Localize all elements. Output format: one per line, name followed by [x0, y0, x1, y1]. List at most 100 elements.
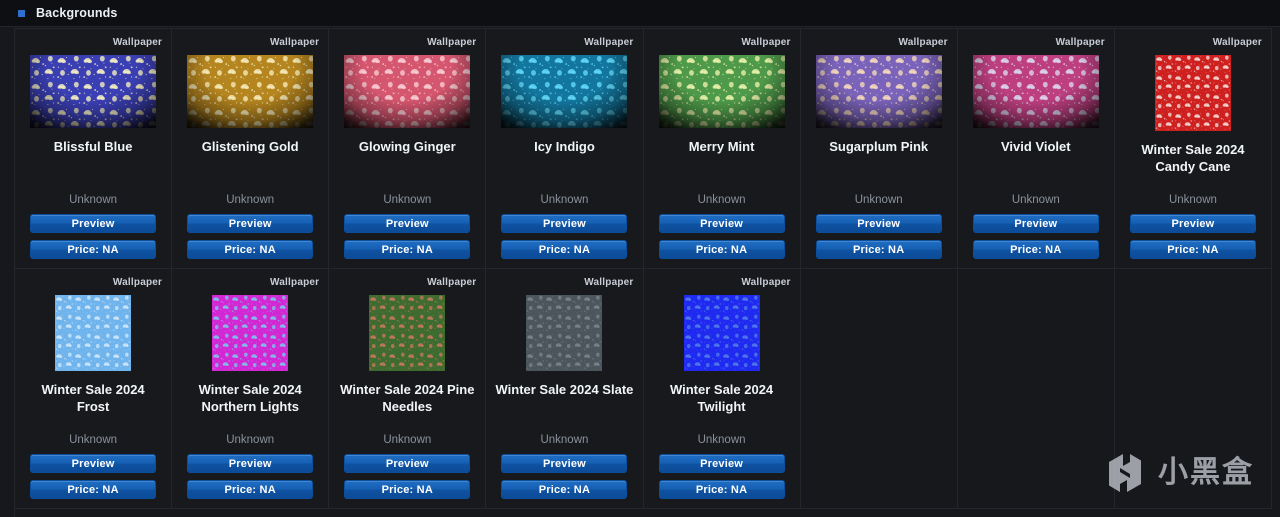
background-card[interactable]: Wallpaper Winter Sale 2024 Slate Unknown Pr… [486, 269, 644, 509]
card-thumbnail[interactable] [658, 55, 785, 128]
card-kind-label: Wallpaper [741, 37, 791, 48]
thumbnail-pattern [212, 295, 289, 371]
card-kind-label: Wallpaper [1055, 37, 1105, 48]
preview-button[interactable]: Preview [30, 214, 157, 233]
thumbnail-pattern [55, 295, 132, 371]
price-button[interactable]: Price: NA [658, 240, 785, 259]
card-owner: Unknown [854, 194, 903, 206]
thumbnail-pattern [526, 295, 603, 371]
card-kind-label: Wallpaper [898, 37, 948, 48]
preview-button[interactable]: Preview [658, 214, 785, 233]
background-card[interactable]: Wallpaper Icy Indigo Unknown Preview Price: … [486, 29, 644, 269]
card-owner: Unknown [226, 194, 275, 206]
price-button[interactable]: Price: NA [501, 240, 628, 259]
preview-button[interactable]: Preview [815, 214, 942, 233]
card-thumbnail[interactable] [212, 295, 289, 371]
card-kind-label: Wallpaper [427, 277, 477, 288]
card-title: Vivid Violet [1001, 139, 1071, 154]
card-thumbnail[interactable] [683, 295, 760, 371]
card-kind-label: Wallpaper [1212, 37, 1262, 48]
card-title: Winter Sale 2024 Slate [495, 382, 634, 397]
thumbnail-vignette [187, 55, 314, 128]
price-button[interactable]: Price: NA [1129, 240, 1256, 259]
preview-button[interactable]: Preview [187, 214, 314, 233]
background-card[interactable]: Wallpaper Glowing Ginger Unknown Preview Pri… [329, 29, 487, 269]
card-thumbnail[interactable] [30, 55, 157, 128]
thumbnail-vignette [658, 55, 785, 128]
background-card[interactable]: Wallpaper Vivid Violet Unknown Preview Price… [957, 29, 1115, 269]
card-title: Winter Sale 2024 Frost [41, 382, 145, 414]
thumbnail-pattern [369, 295, 446, 371]
thumbnail-pattern [1154, 55, 1231, 131]
preview-button[interactable]: Preview [344, 214, 471, 233]
card-title: Winter Sale 2024 Candy Cane [1141, 142, 1245, 174]
card-thumbnail[interactable] [972, 55, 1099, 128]
price-button[interactable]: Price: NA [187, 240, 314, 259]
card-owner: Unknown [1011, 194, 1060, 206]
background-card[interactable]: Wallpaper Winter Sale 2024 Pine Needles Un… [329, 269, 487, 509]
price-button[interactable]: Price: NA [344, 240, 471, 259]
card-title: Winter Sale 2024 Northern Lights [198, 382, 302, 414]
card-kind-label: Wallpaper [270, 277, 320, 288]
preview-button[interactable]: Preview [501, 454, 628, 473]
preview-button[interactable]: Preview [658, 454, 785, 473]
thumbnail-vignette [972, 55, 1099, 128]
preview-button[interactable]: Preview [30, 454, 157, 473]
preview-button[interactable]: Preview [344, 454, 471, 473]
background-card[interactable]: Wallpaper Winter Sale 2024 Frost Unknown Pr… [15, 269, 173, 509]
thumbnail-pattern [683, 295, 760, 371]
card-owner: Unknown [697, 194, 746, 206]
card-thumbnail[interactable] [1154, 55, 1231, 131]
price-button[interactable]: Price: NA [30, 240, 157, 259]
card-owner: Unknown [1168, 194, 1217, 206]
card-owner: Unknown [226, 434, 275, 446]
card-owner: Unknown [540, 194, 589, 206]
card-title: Sugarplum Pink [829, 139, 929, 154]
card-thumbnail[interactable] [55, 295, 132, 371]
card-kind-label: Wallpaper [741, 277, 791, 288]
thumbnail-vignette [501, 55, 628, 128]
background-card[interactable]: Wallpaper Glistening Gold Unknown Preview Pr… [172, 29, 330, 269]
grid-cell-empty [800, 269, 958, 509]
price-button[interactable]: Price: NA [815, 240, 942, 259]
price-button[interactable]: Price: NA [187, 480, 314, 499]
card-title: Glistening Gold [201, 139, 299, 154]
section-header: Backgrounds [0, 0, 1280, 27]
thumbnail-vignette [815, 55, 942, 128]
background-card[interactable]: Wallpaper Winter Sale 2024 Twilight Unknow… [643, 269, 801, 509]
background-card[interactable]: Wallpaper Winter Sale 2024 Northern Light… [172, 269, 330, 509]
card-thumbnail[interactable] [369, 295, 446, 371]
card-title: Winter Sale 2024 Twilight [669, 382, 774, 414]
card-owner: Unknown [69, 434, 118, 446]
price-button[interactable]: Price: NA [344, 480, 471, 499]
price-button[interactable]: Price: NA [658, 480, 785, 499]
price-button[interactable]: Price: NA [501, 480, 628, 499]
card-kind-label: Wallpaper [584, 277, 634, 288]
card-thumbnail[interactable] [344, 55, 471, 128]
price-button[interactable]: Price: NA [30, 480, 157, 499]
card-kind-label: Wallpaper [112, 37, 163, 48]
grid-cell-empty [957, 269, 1115, 509]
card-title: Merry Mint [688, 139, 755, 154]
card-thumbnail[interactable] [501, 55, 628, 128]
card-kind-label: Wallpaper [427, 37, 477, 48]
backgrounds-grid: Wallpaper Blissful Blue Unknown Preview Pric… [14, 28, 1272, 517]
background-card[interactable]: Wallpaper Sugarplum Pink Unknown Preview Pri… [800, 29, 958, 269]
background-card[interactable]: Wallpaper Winter Sale 2024 Candy Cane Unkn… [1114, 29, 1272, 269]
preview-button[interactable]: Preview [187, 454, 314, 473]
card-thumbnail[interactable] [526, 295, 603, 371]
thumbnail-vignette [344, 55, 471, 128]
preview-button[interactable]: Preview [1129, 214, 1256, 233]
page-title: Backgrounds [36, 6, 118, 20]
background-card[interactable]: Wallpaper Blissful Blue Unknown Preview Pric… [15, 29, 173, 269]
price-button[interactable]: Price: NA [972, 240, 1099, 259]
card-owner: Unknown [697, 434, 746, 446]
preview-button[interactable]: Preview [972, 214, 1099, 233]
background-card[interactable]: Wallpaper Merry Mint Unknown Preview Price: … [643, 29, 801, 269]
preview-button[interactable]: Preview [501, 214, 628, 233]
backgrounds-page: Backgrounds Wallpaper Blissful Blue Unknow… [0, 0, 1280, 517]
card-thumbnail[interactable] [815, 55, 942, 128]
card-thumbnail[interactable] [187, 55, 314, 128]
card-kind-label: Wallpaper [270, 37, 320, 48]
card-kind-label: Wallpaper [584, 37, 634, 48]
